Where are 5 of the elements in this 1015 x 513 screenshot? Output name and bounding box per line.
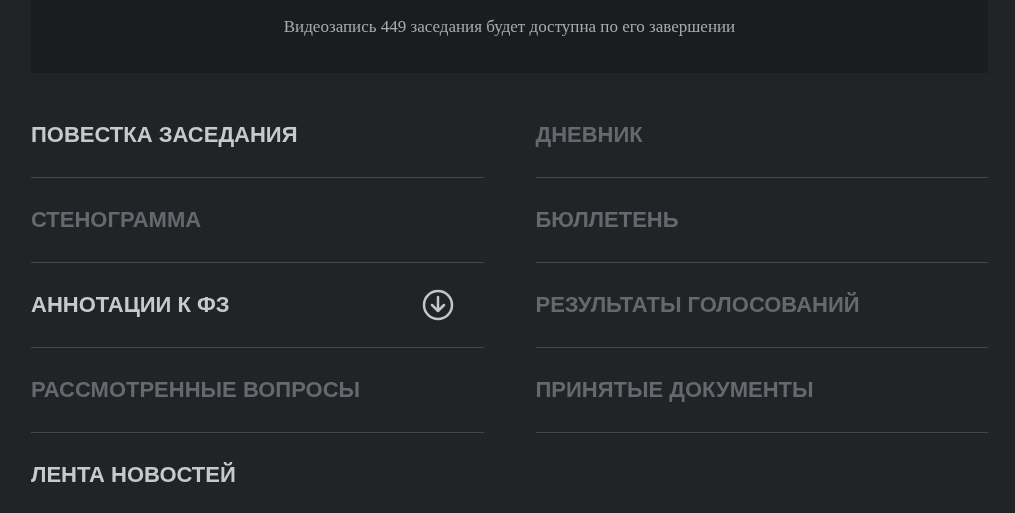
notice-text: Видеозапись 449 заседания будет доступна по его завершении [283,16,736,37]
menu-link[interactable]: ПОВЕСТКА ЗАСЕДАНИЯ [31,122,298,148]
menu-link[interactable]: АННОТАЦИИ К ФЗ [31,292,230,318]
menu-link[interactable]: ЛЕНТА НОВОСТЕЙ [31,462,236,488]
download-icon[interactable] [421,289,454,321]
